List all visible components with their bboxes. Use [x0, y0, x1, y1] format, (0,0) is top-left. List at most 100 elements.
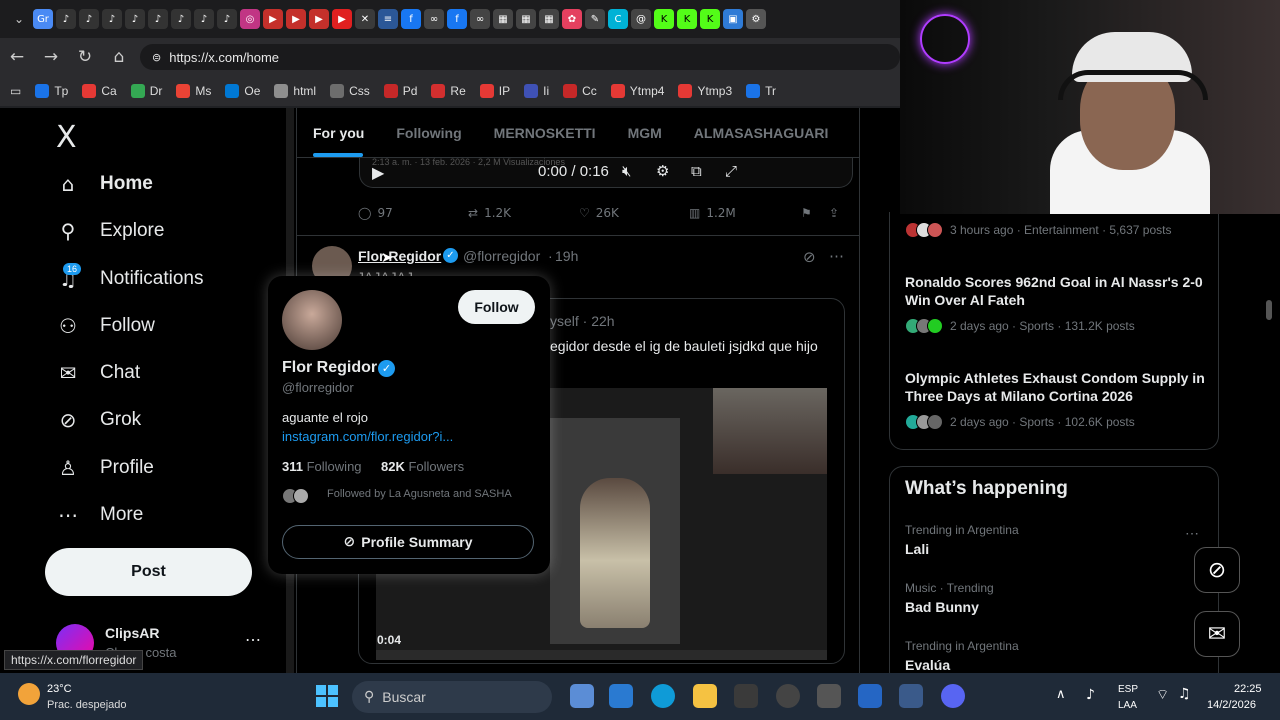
weather-desc[interactable]: Prac. despejado — [47, 699, 127, 711]
tiktok-tab-icon[interactable]: ♪ — [171, 9, 191, 29]
kick-tab-icon[interactable]: K — [677, 9, 697, 29]
link-tab-icon[interactable]: ∞ — [470, 9, 490, 29]
bookmarks-menu-icon[interactable]: ▭ — [10, 84, 21, 98]
bookmark-item[interactable]: Tr — [746, 84, 776, 98]
site-info-icon[interactable]: ⊜ — [152, 51, 161, 64]
account-more-icon[interactable]: ⋯ — [245, 630, 261, 650]
kick-tab-icon[interactable]: K — [654, 9, 674, 29]
news-title[interactable]: Olympic Athletes Exhaust Condom Supply i… — [905, 369, 1205, 405]
mute-icon[interactable]: 🔇︎ — [622, 162, 631, 180]
play-icon[interactable]: ▶ — [372, 163, 384, 182]
video-player[interactable]: 2:13 a. m. · 13 feb. 2026 · 2,2 M Visual… — [359, 157, 853, 188]
hovercard-avatar[interactable] — [282, 290, 342, 350]
page-scrollbar-thumb[interactable] — [1266, 300, 1272, 320]
bookmark-item[interactable]: Cc — [563, 84, 597, 98]
tiktok-tab-icon[interactable]: ♪ — [217, 9, 237, 29]
facebook-tab-icon[interactable]: f — [447, 9, 467, 29]
file-explorer-icon[interactable] — [693, 684, 717, 708]
post-button[interactable]: Post — [45, 548, 252, 596]
youtube-tab-icon[interactable]: ▶ — [263, 9, 283, 29]
bookmark-item[interactable]: Tp — [35, 84, 68, 98]
youtube-tab-icon[interactable]: ▶ — [309, 9, 329, 29]
nav-grok[interactable]: ⊘ Grok — [56, 408, 142, 432]
following-stat[interactable]: 311 Following — [282, 459, 362, 474]
task-view-icon[interactable] — [570, 684, 594, 708]
edge-icon[interactable] — [651, 684, 675, 708]
forward-icon[interactable]: → — [34, 47, 68, 67]
nav-chat[interactable]: ✉ Chat — [56, 361, 141, 385]
wifi-icon[interactable]: ⌔ — [1156, 686, 1169, 704]
calculator-icon[interactable] — [817, 684, 841, 708]
taskbar-search[interactable]: ⚲ Buscar — [352, 681, 552, 713]
bookmark-item[interactable]: html — [274, 84, 316, 98]
nav-explore[interactable]: ⚲ Explore — [56, 219, 165, 243]
tab-following[interactable]: Following — [380, 125, 477, 141]
hovercard-handle[interactable]: @florregidor — [282, 380, 354, 395]
language-indicator[interactable]: ESP — [1118, 684, 1138, 695]
pen-tab-icon[interactable]: ✎ — [585, 9, 605, 29]
bookmark-item[interactable]: Ytmp4 — [610, 84, 664, 98]
facebook-tab-icon[interactable]: f — [401, 9, 421, 29]
grid-tab-icon[interactable]: ▣ — [723, 9, 743, 29]
bookmark-item[interactable]: Ii — [524, 84, 549, 98]
trend-more-icon[interactable]: ⋯ — [1185, 525, 1199, 542]
follow-button[interactable]: Follow — [458, 290, 535, 324]
tab-list[interactable]: MERNOSKETTI — [478, 125, 612, 141]
capcut-icon[interactable] — [734, 684, 758, 708]
clock-time[interactable]: 22:25 — [1234, 683, 1262, 695]
grok-explain-icon[interactable]: ⊘ — [803, 248, 816, 266]
bookmark-item[interactable]: Re — [431, 84, 466, 98]
app-tab-icon[interactable]: ✿ — [562, 9, 582, 29]
trend-name[interactable]: Bad Bunny — [905, 598, 979, 616]
views-button[interactable]: ▥ 1.2M — [689, 206, 736, 220]
link-tab-icon[interactable]: ∞ — [424, 9, 444, 29]
show-hidden-icons[interactable]: ∧ — [1056, 687, 1066, 702]
gear-tab-icon[interactable]: ⚙ — [746, 9, 766, 29]
post-time[interactable]: 19h — [555, 248, 578, 264]
bookmark-item[interactable]: Oe — [225, 84, 260, 98]
nav-more[interactable]: ⋯ More — [56, 503, 143, 527]
hovercard-name[interactable]: Flor Regidor — [282, 359, 377, 377]
chart-tab-icon[interactable]: ▦ — [539, 9, 559, 29]
tab-favicon[interactable]: Gr — [33, 9, 53, 29]
nav-home[interactable]: ⌂ Home — [56, 172, 153, 196]
at-tab-icon[interactable]: @ — [631, 9, 651, 29]
kick-tab-icon[interactable]: K — [700, 9, 720, 29]
canva-tab-icon[interactable]: C — [608, 9, 628, 29]
profile-summary-button[interactable]: ⊘ Profile Summary — [282, 525, 534, 559]
active-tab-close-icon[interactable]: ✕ — [355, 9, 375, 29]
reply-button[interactable]: ◯ 97 — [358, 206, 393, 220]
address-bar[interactable]: ⊜ https://x.com/home — [140, 44, 900, 70]
youtube-tab-icon[interactable]: ▶ — [286, 9, 306, 29]
share-button[interactable]: ⇪ — [829, 206, 839, 220]
doc-tab-icon[interactable]: ≡ — [378, 9, 398, 29]
weather-temp[interactable]: 23°C — [47, 683, 72, 695]
weather-icon[interactable] — [18, 683, 40, 705]
tab-list[interactable]: MGM — [612, 125, 678, 141]
post-more-icon[interactable]: ⋯ — [829, 247, 844, 265]
volume-icon[interactable]: ♫ — [1178, 686, 1191, 702]
pip-icon[interactable]: ⧉ — [691, 162, 702, 180]
instagram-tab-icon[interactable]: ◎ — [240, 9, 260, 29]
tiktok-tab-icon[interactable]: ♪ — [148, 9, 168, 29]
messages-fab-icon[interactable]: ✉ — [1194, 611, 1240, 657]
tiktok-tab-icon[interactable]: ♪ — [56, 9, 76, 29]
microphone-icon[interactable]: ♪ — [1086, 687, 1095, 703]
chart-tab-icon[interactable]: ▦ — [516, 9, 536, 29]
tab-list[interactable]: Co — [844, 125, 859, 141]
x-logo-icon[interactable]: X — [56, 120, 77, 155]
hovercard-link[interactable]: instagram.com/flor.regidor?i... — [282, 429, 453, 444]
bookmark-item[interactable]: Css — [330, 84, 370, 98]
tiktok-tab-icon[interactable]: ♪ — [102, 9, 122, 29]
trend-name[interactable]: Evalúa — [905, 656, 950, 674]
app-icon[interactable] — [858, 684, 882, 708]
followers-stat[interactable]: 82K Followers — [381, 459, 464, 474]
post-author-handle[interactable]: @florregidor — [463, 248, 540, 264]
bookmark-item[interactable]: Pd — [383, 84, 417, 98]
chrome-icon[interactable] — [776, 684, 800, 708]
tab-list-icon[interactable]: ⌄ — [8, 12, 30, 26]
bookmark-item[interactable]: Ms — [176, 84, 211, 98]
settings-icon[interactable]: ⚙ — [656, 162, 669, 180]
nav-profile[interactable]: ♙ Profile — [56, 456, 154, 480]
bookmark-item[interactable]: Ytmp3 — [678, 84, 732, 98]
